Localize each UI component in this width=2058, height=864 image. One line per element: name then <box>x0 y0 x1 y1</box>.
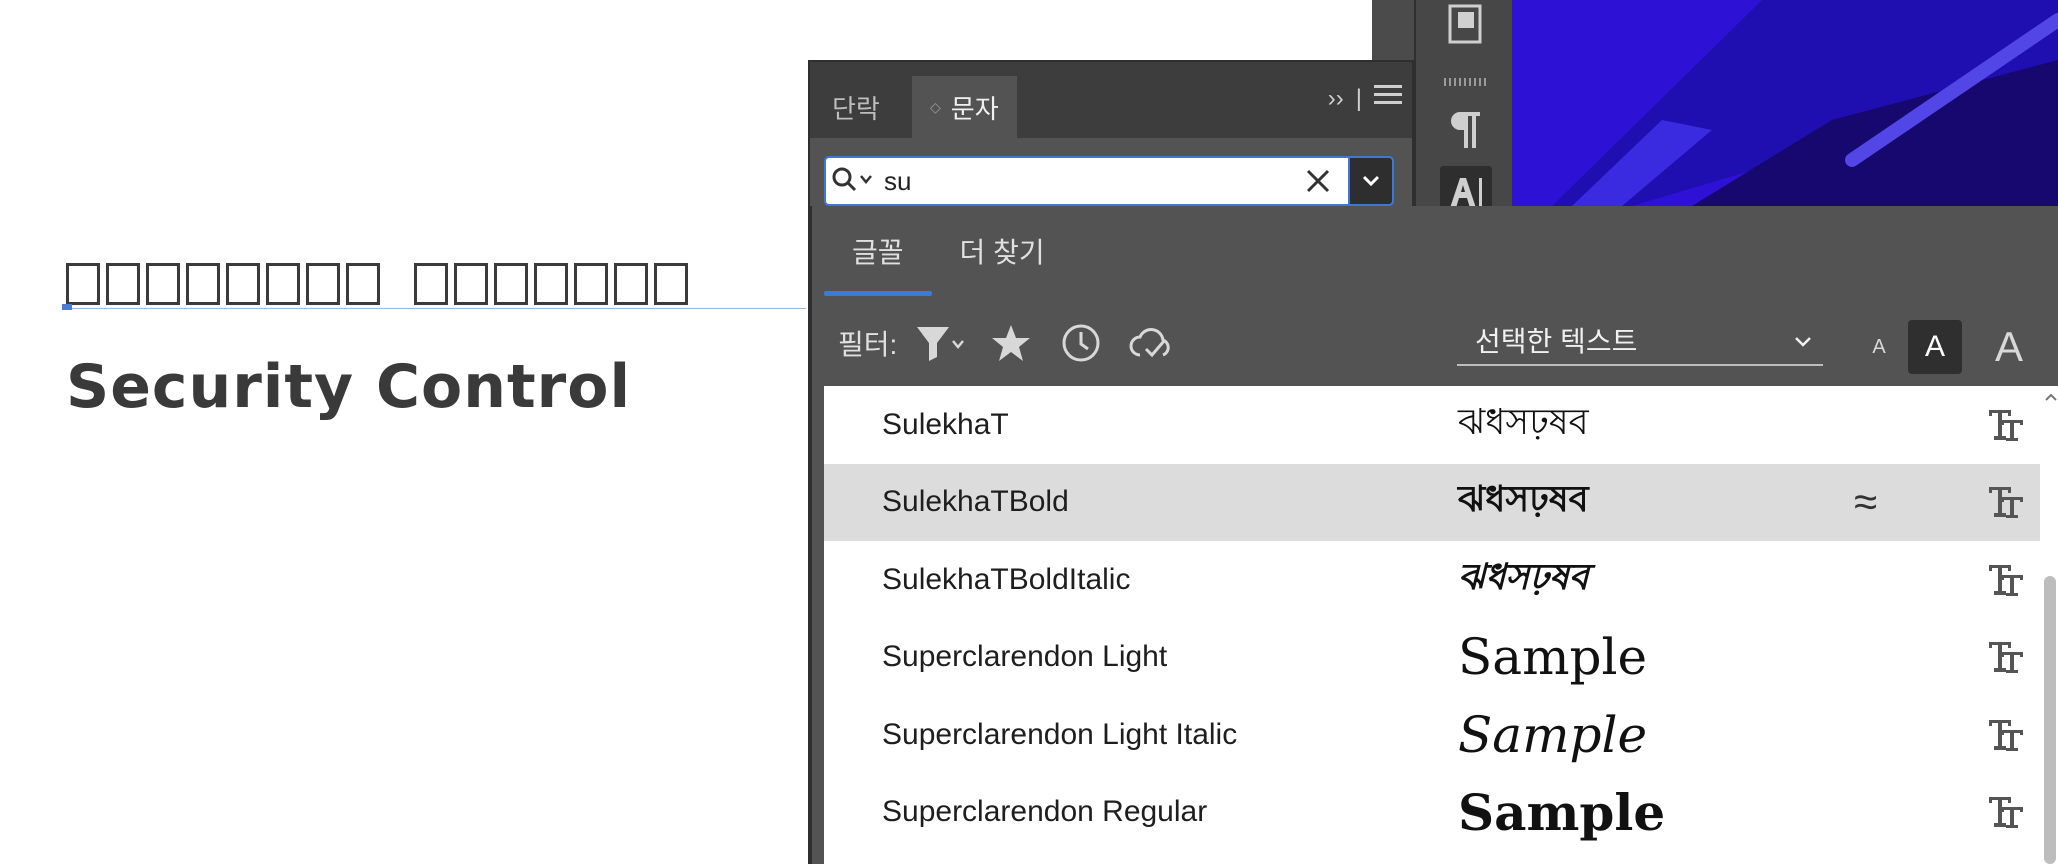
truetype-font-icon <box>1986 792 2026 832</box>
missing-glyph <box>186 263 220 305</box>
missing-glyph <box>494 263 528 305</box>
clock-icon[interactable] <box>1055 317 1107 369</box>
paragraph-icon[interactable] <box>1440 104 1492 156</box>
font-dropdown: 글꼴 더 찾기 필터: 선택한 텍스트 A A A SulekhaT ঝধসঢ়ষ… <box>810 206 2058 864</box>
control-divider: | <box>1355 84 1362 112</box>
missing-glyph <box>654 263 688 305</box>
font-search-field[interactable] <box>824 156 1394 206</box>
search-icon[interactable] <box>826 158 882 204</box>
star-icon[interactable] <box>985 317 1037 369</box>
space <box>386 263 408 305</box>
font-name: SulekhaTBold <box>882 485 1069 519</box>
scroll-up-icon[interactable] <box>2044 392 2058 402</box>
font-list-item[interactable]: Superclarendon Light Italic Sample <box>824 696 2042 774</box>
artwork-image <box>1512 0 2058 206</box>
font-list-scrollbar[interactable] <box>2040 386 2058 864</box>
font-list-item[interactable]: SulekhaTBold ঝধসঢ়ষব ≈ <box>824 463 2042 541</box>
canvas-heading[interactable]: Security Control <box>66 352 631 422</box>
panel-controls: ›› | <box>1328 84 1402 113</box>
filter-row: 필터: 선택한 텍스트 A A A <box>812 298 2058 388</box>
font-sample: Sample <box>1458 782 1666 842</box>
missing-glyph <box>306 263 340 305</box>
missing-glyph <box>454 263 488 305</box>
truetype-font-icon <box>1986 482 2026 522</box>
panel-tab-bar: 단락 ◇ 문자 ›› | <box>810 62 1412 138</box>
updown-icon: ◇ <box>930 98 941 115</box>
tab-label: 문자 <box>950 93 999 124</box>
text-anchor-marker[interactable] <box>62 304 72 310</box>
cloud-check-icon[interactable] <box>1125 317 1177 369</box>
font-name: Superclarendon Light Italic <box>882 717 1238 751</box>
missing-glyph <box>574 263 608 305</box>
panel-menu-icon[interactable] <box>1374 84 1402 113</box>
tab-paragraph[interactable]: 단락 <box>814 76 898 138</box>
font-sample: ঝধসঢ়ষব <box>1458 555 1589 597</box>
filter-label: 필터: <box>838 329 898 360</box>
missing-glyph <box>266 263 300 305</box>
missing-glyph <box>66 263 100 305</box>
missing-glyph <box>146 263 180 305</box>
font-name: SulekhaTBoldItalic <box>882 562 1131 596</box>
font-name: Superclarendon Regular <box>882 795 1208 829</box>
truetype-font-icon <box>1986 715 2026 755</box>
text-selection-underline <box>66 308 806 309</box>
truetype-font-icon <box>1986 405 2026 445</box>
truetype-font-icon <box>1986 637 2026 677</box>
font-list-dropdown-button[interactable] <box>1348 156 1394 206</box>
sample-size-large-button[interactable]: A <box>1982 320 2036 374</box>
clear-search-icon[interactable] <box>1296 168 1340 194</box>
search-input[interactable] <box>882 164 1296 198</box>
tool-column <box>1414 0 1514 218</box>
missing-glyph <box>226 263 260 305</box>
font-name: Superclarendon Light <box>882 640 1168 674</box>
tab-find-more[interactable]: 더 찾기 <box>932 206 1073 296</box>
font-dropdown-tabs: 글꼴 더 찾기 <box>824 206 1073 296</box>
sample-size-medium-button[interactable]: A <box>1908 320 1962 374</box>
library-icon[interactable] <box>1440 0 1492 52</box>
font-sample: ঝধসঢ়ষব <box>1458 400 1589 442</box>
missing-glyph <box>414 263 448 305</box>
missing-glyph-text-line <box>66 256 806 312</box>
font-list-item[interactable]: Superclarendon Light Sample <box>824 619 2042 697</box>
missing-glyph <box>106 263 140 305</box>
sample-text-select[interactable]: 선택한 텍스트 <box>1457 316 1823 366</box>
font-sample: Sample <box>1458 628 1648 687</box>
show-similar-fonts-button[interactable]: ≈ <box>1854 478 1877 526</box>
scroll-thumb[interactable] <box>2044 576 2056 864</box>
font-sample: ঝধসঢ়ষব <box>1458 478 1589 520</box>
truetype-font-icon <box>1986 560 2026 600</box>
font-list-item[interactable]: Superclarendon Regular Sample <box>824 774 2042 852</box>
sample-size-small-button[interactable]: A <box>1852 320 1906 374</box>
missing-glyph <box>346 263 380 305</box>
tab-character[interactable]: ◇ 문자 <box>912 76 1017 138</box>
missing-glyph <box>614 263 648 305</box>
panel-grip[interactable] <box>1444 78 1488 86</box>
font-list-item[interactable]: SulekhaT ঝধসঢ়ষব <box>824 386 2042 464</box>
font-sample: Sample <box>1458 705 1648 764</box>
missing-glyph <box>534 263 568 305</box>
font-name: SulekhaT <box>882 407 1009 441</box>
sample-text-select-value: 선택한 텍스트 <box>1475 326 1638 357</box>
filter-icon[interactable] <box>915 317 967 369</box>
collapse-panel-button[interactable]: ›› <box>1328 85 1344 113</box>
font-list: SulekhaT ঝধসঢ়ষব SulekhaTBold ঝধসঢ়ষব ≈ Sulek… <box>824 386 2042 864</box>
tab-fonts[interactable]: 글꼴 <box>824 206 932 296</box>
tab-label: 단락 <box>832 93 880 124</box>
chevron-down-icon <box>1793 324 1813 356</box>
font-list-item[interactable]: SulekhaTBoldItalic ঝধসঢ়ষব <box>824 541 2042 619</box>
